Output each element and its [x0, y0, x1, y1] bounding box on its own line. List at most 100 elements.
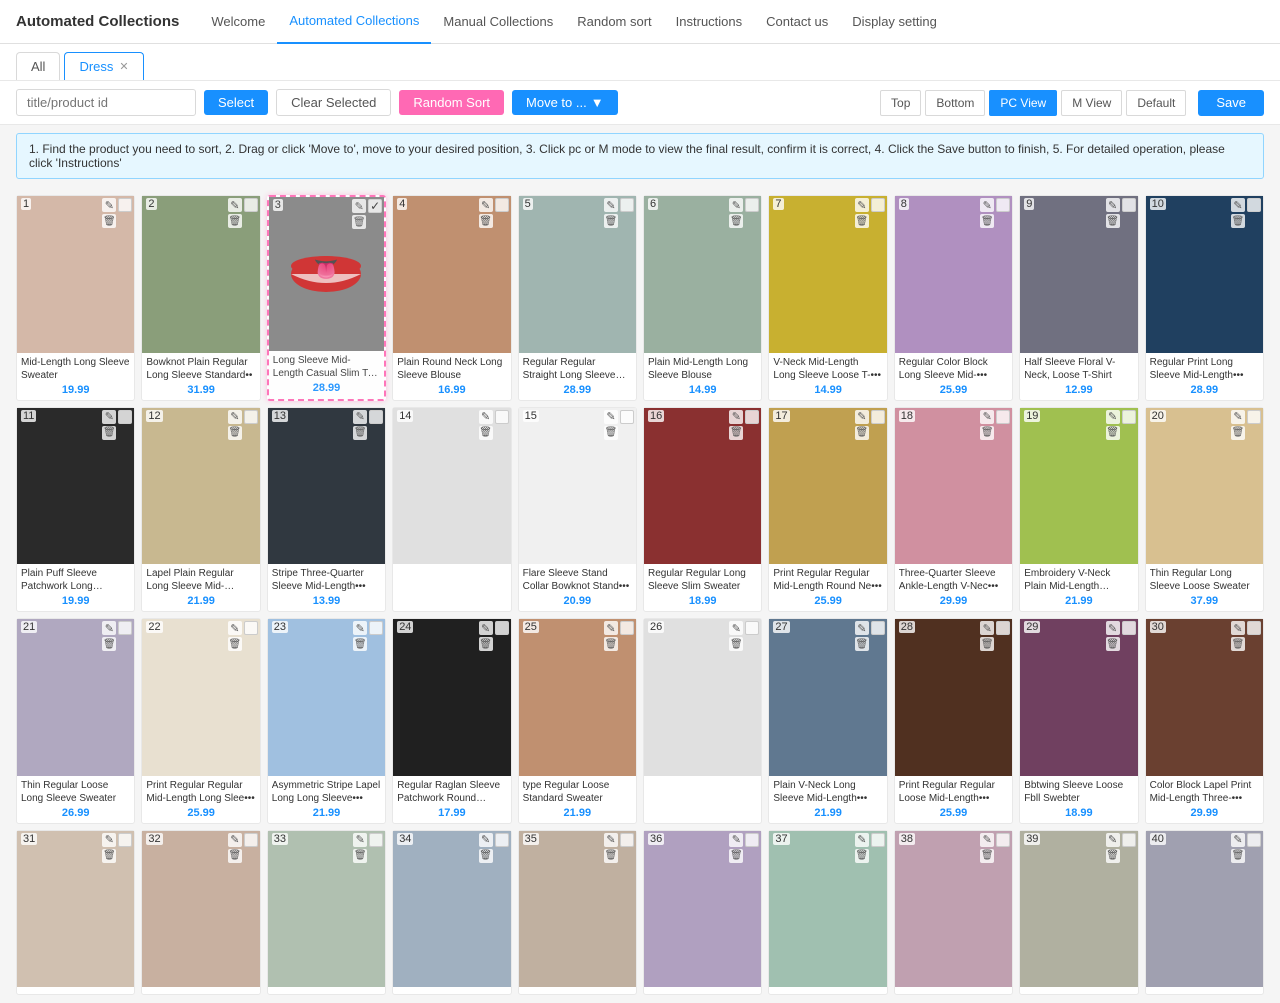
card-edit-icon[interactable]: ✎ — [1106, 833, 1120, 847]
card-checkbox[interactable] — [996, 410, 1010, 424]
card-delete-icon[interactable]: 🗑 — [1231, 214, 1245, 228]
card-edit-icon[interactable]: ✎ — [980, 833, 994, 847]
card-checkbox[interactable]: ✓ — [368, 199, 382, 213]
product-card[interactable]: 👅3✎🗑✓Long Sleeve Mid-Length Casual Slim … — [267, 195, 386, 401]
product-card[interactable]: 25✎🗑type Regular Loose Standard Sweater2… — [518, 618, 637, 824]
card-delete-icon[interactable]: 🗑 — [855, 849, 869, 863]
card-edit-icon[interactable]: ✎ — [729, 833, 743, 847]
card-edit-icon[interactable]: ✎ — [1231, 410, 1245, 424]
card-edit-icon[interactable]: ✎ — [980, 410, 994, 424]
card-checkbox[interactable] — [745, 833, 759, 847]
card-checkbox[interactable] — [244, 410, 258, 424]
card-checkbox[interactable] — [1247, 621, 1261, 635]
card-checkbox[interactable] — [1122, 621, 1136, 635]
product-card[interactable]: 10✎🗑Regular Print Long Sleeve Mid-Length… — [1145, 195, 1264, 401]
card-checkbox[interactable] — [244, 833, 258, 847]
m-view-button[interactable]: M View — [1061, 90, 1122, 116]
product-card[interactable]: 5✎🗑Regular Regular Straight Long Sleeve … — [518, 195, 637, 401]
product-card[interactable]: 13✎🗑Stripe Three-Quarter Sleeve Mid-Leng… — [267, 407, 386, 613]
card-edit-icon[interactable]: ✎ — [604, 621, 618, 635]
card-edit-icon[interactable]: ✎ — [855, 198, 869, 212]
card-checkbox[interactable] — [871, 198, 885, 212]
product-card[interactable]: 7✎🗑V-Neck Mid-Length Long Sleeve Loose T… — [768, 195, 887, 401]
card-checkbox[interactable] — [871, 621, 885, 635]
product-card[interactable]: 17✎🗑Print Regular Regular Mid-Length Rou… — [768, 407, 887, 613]
card-checkbox[interactable] — [118, 410, 132, 424]
card-delete-icon[interactable]: 🗑 — [729, 849, 743, 863]
card-delete-icon[interactable]: 🗑 — [228, 637, 242, 651]
product-card[interactable]: 20✎🗑Thin Regular Long Sleeve Loose Sweat… — [1145, 407, 1264, 613]
card-edit-icon[interactable]: ✎ — [1231, 198, 1245, 212]
product-card[interactable]: 33✎🗑 — [267, 830, 386, 996]
card-edit-icon[interactable]: ✎ — [1106, 410, 1120, 424]
card-edit-icon[interactable]: ✎ — [980, 621, 994, 635]
product-card[interactable]: 29✎🗑Bbtwing Sleeve Loose Fbll Swebter18.… — [1019, 618, 1138, 824]
product-card[interactable]: 16✎🗑Regular Regular Long Sleeve Slim Swe… — [643, 407, 762, 613]
card-checkbox[interactable] — [996, 198, 1010, 212]
card-checkbox[interactable] — [244, 198, 258, 212]
nav-manual[interactable]: Manual Collections — [431, 0, 565, 44]
card-delete-icon[interactable]: 🗑 — [1231, 637, 1245, 651]
card-delete-icon[interactable]: 🗑 — [855, 214, 869, 228]
card-edit-icon[interactable]: ✎ — [353, 833, 367, 847]
card-edit-icon[interactable]: ✎ — [1106, 198, 1120, 212]
card-delete-icon[interactable]: 🗑 — [980, 214, 994, 228]
product-card[interactable]: 26✎🗑 — [643, 618, 762, 824]
product-card[interactable]: 39✎🗑 — [1019, 830, 1138, 996]
product-card[interactable]: 21✎🗑Thin Regular Loose Long Sleeve Sweat… — [16, 618, 135, 824]
card-checkbox[interactable] — [1247, 410, 1261, 424]
nav-random[interactable]: Random sort — [565, 0, 663, 44]
card-checkbox[interactable] — [1122, 833, 1136, 847]
card-delete-icon[interactable]: 🗑 — [228, 426, 242, 440]
card-checkbox[interactable] — [1122, 198, 1136, 212]
card-delete-icon[interactable]: 🗑 — [604, 214, 618, 228]
card-checkbox[interactable] — [1122, 410, 1136, 424]
card-checkbox[interactable] — [118, 621, 132, 635]
card-checkbox[interactable] — [620, 621, 634, 635]
card-checkbox[interactable] — [620, 833, 634, 847]
product-card[interactable]: 32✎🗑 — [141, 830, 260, 996]
card-edit-icon[interactable]: ✎ — [604, 410, 618, 424]
product-card[interactable]: 4✎🗑Plain Round Neck Long Sleeve Blouse16… — [392, 195, 511, 401]
card-delete-icon[interactable]: 🗑 — [102, 849, 116, 863]
card-edit-icon[interactable]: ✎ — [729, 198, 743, 212]
card-checkbox[interactable] — [871, 410, 885, 424]
card-checkbox[interactable] — [369, 410, 383, 424]
card-delete-icon[interactable]: 🗑 — [353, 426, 367, 440]
card-delete-icon[interactable]: 🗑 — [1106, 214, 1120, 228]
card-edit-icon[interactable]: ✎ — [102, 410, 116, 424]
card-delete-icon[interactable]: 🗑 — [1106, 637, 1120, 651]
card-checkbox[interactable] — [871, 833, 885, 847]
card-checkbox[interactable] — [1247, 833, 1261, 847]
card-delete-icon[interactable]: 🗑 — [1231, 849, 1245, 863]
product-card[interactable]: 37✎🗑 — [768, 830, 887, 996]
nav-instructions[interactable]: Instructions — [664, 0, 754, 44]
card-checkbox[interactable] — [620, 198, 634, 212]
product-card[interactable]: 1✎🗑Mid-Length Long Sleeve Sweater19.99 — [16, 195, 135, 401]
product-card[interactable]: 27✎🗑Plain V-Neck Long Sleeve Mid-Length•… — [768, 618, 887, 824]
card-delete-icon[interactable]: 🗑 — [980, 849, 994, 863]
product-card[interactable]: 6✎🗑Plain Mid-Length Long Sleeve Blouse14… — [643, 195, 762, 401]
card-edit-icon[interactable]: ✎ — [353, 410, 367, 424]
tab-dress-close[interactable]: ✕ — [119, 60, 128, 73]
product-card[interactable]: 28✎🗑Print Regular Regular Loose Mid-Leng… — [894, 618, 1013, 824]
card-delete-icon[interactable]: 🗑 — [1231, 426, 1245, 440]
card-edit-icon[interactable]: ✎ — [228, 621, 242, 635]
card-edit-icon[interactable]: ✎ — [604, 833, 618, 847]
product-card[interactable]: 34✎🗑 — [392, 830, 511, 996]
card-checkbox[interactable] — [495, 198, 509, 212]
product-card[interactable]: 40✎🗑 — [1145, 830, 1264, 996]
nav-welcome[interactable]: Welcome — [199, 0, 277, 44]
card-edit-icon[interactable]: ✎ — [228, 410, 242, 424]
clear-selected-button[interactable]: Clear Selected — [276, 89, 391, 116]
card-edit-icon[interactable]: ✎ — [855, 410, 869, 424]
card-delete-icon[interactable]: 🗑 — [479, 849, 493, 863]
card-delete-icon[interactable]: 🗑 — [729, 637, 743, 651]
tab-all[interactable]: All — [16, 52, 60, 80]
card-delete-icon[interactable]: 🗑 — [479, 426, 493, 440]
product-card[interactable]: 38✎🗑 — [894, 830, 1013, 996]
card-checkbox[interactable] — [745, 410, 759, 424]
card-edit-icon[interactable]: ✎ — [102, 621, 116, 635]
product-card[interactable]: 18✎🗑Three-Quarter Sleeve Ankle-Length V-… — [894, 407, 1013, 613]
card-edit-icon[interactable]: ✎ — [1231, 621, 1245, 635]
